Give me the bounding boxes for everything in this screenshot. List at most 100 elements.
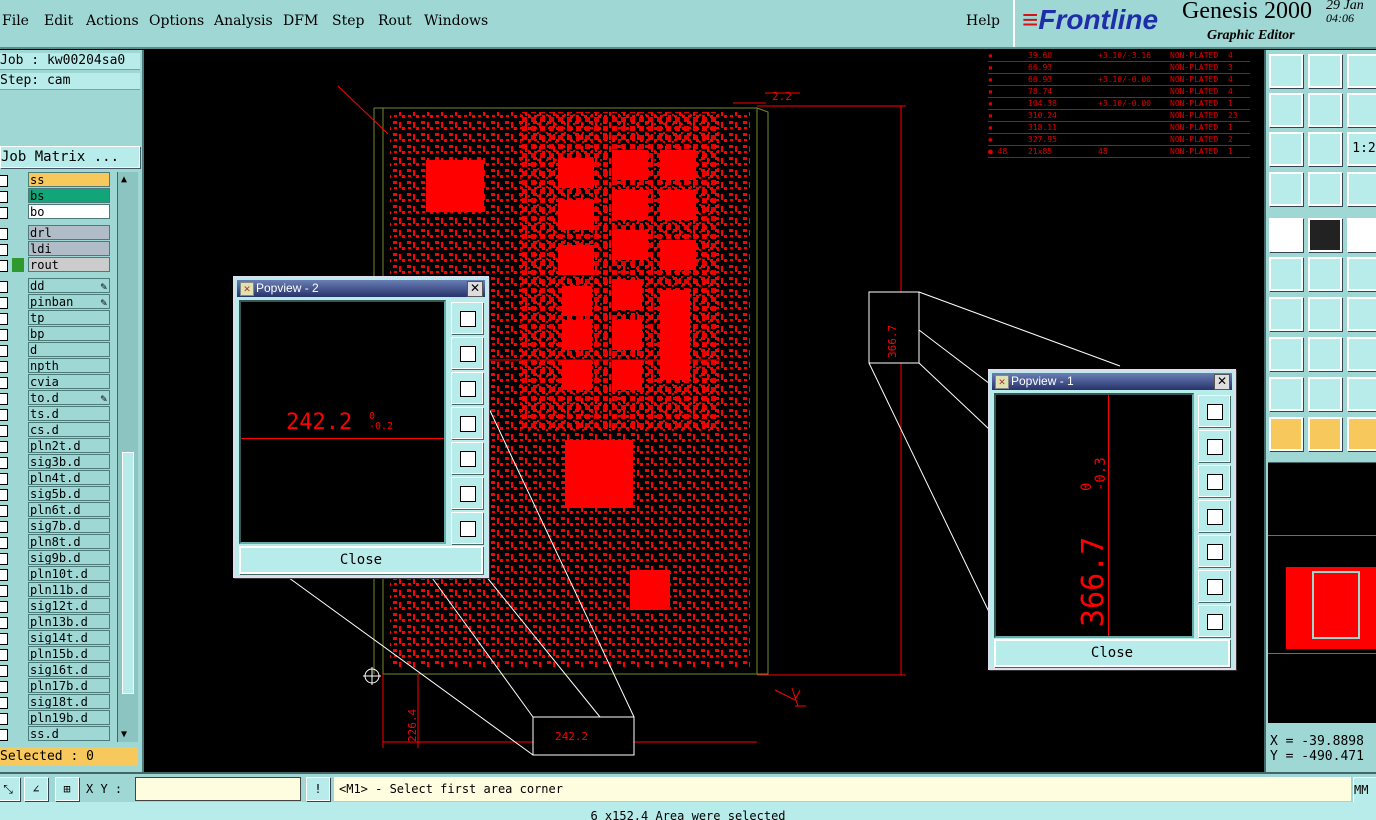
popview-1-close-icon[interactable]: ✕ [1214, 374, 1230, 390]
job-matrix-button[interactable]: Job Matrix ... [0, 146, 140, 168]
layer-row[interactable]: sig16t.d [0, 662, 112, 678]
menu-windows[interactable]: Windows [424, 13, 488, 29]
diagonal-line-icon[interactable] [1308, 297, 1342, 331]
layer-row[interactable]: bp [0, 326, 112, 342]
menu-analysis[interactable]: Analysis [214, 13, 273, 29]
layer-row[interactable]: pln17b.d [0, 678, 112, 694]
layer-name[interactable]: sig12t.d [28, 598, 110, 613]
layer-row[interactable]: ldi [0, 241, 112, 257]
layer-row[interactable]: pln15b.d [0, 646, 112, 662]
layer-name[interactable]: pln8t.d [28, 534, 110, 549]
layer-name[interactable]: d [28, 342, 110, 357]
layer-name[interactable]: cs.d [28, 422, 110, 437]
layer-checkbox[interactable] [0, 207, 8, 219]
layer-row[interactable]: sig3b.d [0, 454, 112, 470]
grid-icon[interactable]: ⊞ [55, 777, 79, 801]
layer-row[interactable]: pln4t.d [0, 470, 112, 486]
layer-name[interactable]: pinban ✎ [28, 294, 110, 309]
zoom-in-icon[interactable] [1308, 132, 1342, 166]
pad-icon[interactable] [1269, 218, 1303, 252]
layer-row[interactable]: to.d ✎ [0, 390, 112, 406]
layer-checkbox[interactable] [0, 585, 8, 597]
layer-row[interactable]: pln19b.d [0, 710, 112, 726]
layer-checkbox[interactable] [0, 617, 8, 629]
layer-row[interactable]: sig14t.d [0, 630, 112, 646]
layer-name[interactable]: sig5b.d [28, 486, 110, 501]
layer-row[interactable]: npth [0, 358, 112, 374]
zoom-in-icon[interactable] [451, 477, 483, 509]
snap-mode-icon[interactable]: ⤡ [0, 777, 20, 801]
layer-row[interactable]: tp [0, 310, 112, 326]
layer-checkbox[interactable] [0, 260, 8, 272]
triangle-icon[interactable] [1269, 377, 1303, 411]
layer-row[interactable]: sig18t.d [0, 694, 112, 710]
layer-checkbox[interactable] [0, 665, 8, 677]
menu-help[interactable]: Help [966, 13, 1000, 29]
layer-checkbox[interactable] [0, 175, 8, 187]
layer-row[interactable]: pln8t.d [0, 534, 112, 550]
menu-file[interactable]: File [2, 13, 29, 29]
popview-2-close-button[interactable]: Close [239, 546, 483, 574]
zoom-in-icon[interactable] [1198, 570, 1230, 602]
menu-actions[interactable]: Actions [86, 13, 139, 29]
menu-rout[interactable]: Rout [378, 13, 412, 29]
layer-name[interactable]: sig3b.d [28, 454, 110, 469]
layer-name[interactable]: pln17b.d [28, 678, 110, 693]
pan-right-icon[interactable] [1198, 535, 1230, 567]
layer-row[interactable]: ss [0, 172, 112, 188]
layer-name[interactable]: npth [28, 358, 110, 373]
connect-icon[interactable] [1269, 257, 1303, 291]
layer-checkbox[interactable] [0, 697, 8, 709]
popview-1-view[interactable]: 366.7 0 -0.3 [994, 393, 1194, 638]
layer-row[interactable]: bo [0, 204, 112, 220]
layer-row[interactable]: ts.d [0, 406, 112, 422]
horizontal-line-icon[interactable] [1308, 337, 1342, 371]
layer-row[interactable]: pinban ✎ [0, 294, 112, 310]
layer-name[interactable]: drl [28, 225, 110, 240]
layer-checkbox[interactable] [0, 441, 8, 453]
zoom-out-icon[interactable] [1269, 132, 1303, 166]
arc-icon[interactable] [1347, 297, 1376, 331]
layer-name[interactable]: rout [28, 257, 110, 272]
alert-icon[interactable]: ! [306, 777, 330, 801]
zoom-ratio-button[interactable]: 1:2 [1347, 132, 1376, 166]
menu-options[interactable]: Options [149, 13, 204, 29]
layer-name[interactable]: bp [28, 326, 110, 341]
menu-edit[interactable]: Edit [44, 13, 73, 29]
home-icon[interactable] [1347, 54, 1376, 88]
units-button[interactable]: MM [1353, 777, 1376, 803]
layer-name[interactable]: to.d ✎ [28, 390, 110, 405]
layer-name[interactable]: pln11b.d [28, 582, 110, 597]
layer-name[interactable]: pln10t.d [28, 566, 110, 581]
layer-checkbox[interactable] [0, 361, 8, 373]
pan-left-icon[interactable] [1198, 500, 1230, 532]
snap-icon[interactable] [1347, 337, 1376, 371]
measure-icon[interactable] [1269, 172, 1303, 206]
layer-name[interactable]: pln2t.d [28, 438, 110, 453]
layer-name[interactable]: sig16t.d [28, 662, 110, 677]
layer-name[interactable]: pln13b.d [28, 614, 110, 629]
layer-name[interactable]: pln15b.d [28, 646, 110, 661]
pan-left-icon[interactable] [451, 407, 483, 439]
layer-name[interactable]: pln6t.d [28, 502, 110, 517]
layer-checkbox[interactable] [0, 329, 8, 341]
layer-name[interactable]: cvia [28, 374, 110, 389]
layer-checkbox[interactable] [0, 601, 8, 613]
pan-down-icon[interactable] [451, 372, 483, 404]
layer-checkbox[interactable] [0, 244, 8, 256]
popview-2-titlebar[interactable]: ✕ Popview - 2 ✕ [237, 280, 485, 297]
layer-row[interactable]: pln11b.d [0, 582, 112, 598]
select-box-icon[interactable] [1308, 417, 1342, 451]
layer-name[interactable]: bs [28, 188, 110, 203]
zoom-fit-icon[interactable] [1198, 395, 1230, 427]
layer-row[interactable]: cvia [0, 374, 112, 390]
window-menu-icon[interactable]: ✕ [240, 282, 254, 296]
undo-view-icon[interactable] [1347, 93, 1376, 127]
zoom-fit-icon[interactable] [451, 302, 483, 334]
layer-checkbox[interactable] [0, 281, 8, 293]
popview-2-close-icon[interactable]: ✕ [467, 281, 483, 297]
scroll-down-icon[interactable]: ▼ [121, 729, 127, 740]
layer-name[interactable]: sig18t.d [28, 694, 110, 709]
layer-checkbox[interactable] [0, 729, 8, 741]
menu-dfm[interactable]: DFM [283, 13, 318, 29]
